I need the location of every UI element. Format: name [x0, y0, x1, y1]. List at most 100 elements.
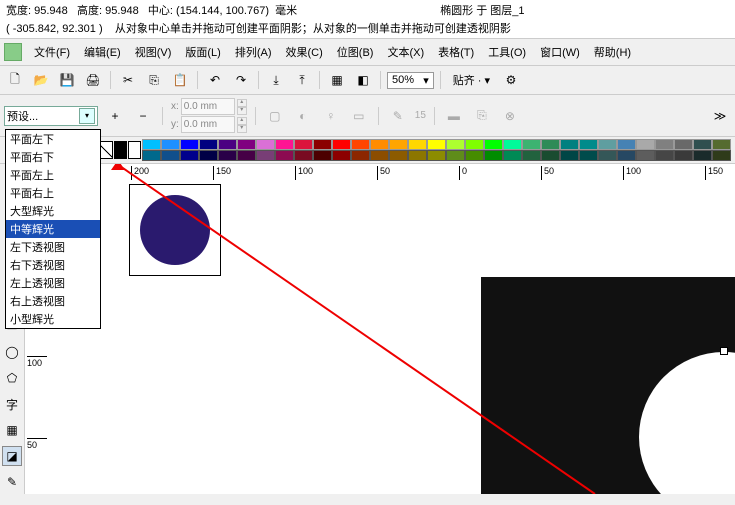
- menu-text[interactable]: 文本(X): [381, 41, 430, 63]
- color-swatch[interactable]: [256, 139, 275, 150]
- color-swatch[interactable]: [313, 139, 332, 150]
- color-swatch[interactable]: [180, 139, 199, 150]
- menu-file[interactable]: 文件(F): [28, 41, 76, 63]
- table-tool[interactable]: ▦: [2, 420, 22, 440]
- color-swatch[interactable]: [693, 150, 712, 161]
- color-swatch[interactable]: [275, 150, 294, 161]
- color-swatch[interactable]: [332, 150, 351, 161]
- menu-edit[interactable]: 编辑(E): [78, 41, 127, 63]
- paste-button[interactable]: 📋: [169, 69, 191, 91]
- preset-option[interactable]: 左上透视图: [6, 274, 100, 292]
- color-swatch[interactable]: [522, 139, 541, 150]
- color-swatch[interactable]: [114, 141, 127, 159]
- color-swatch[interactable]: [427, 139, 446, 150]
- color-swatch[interactable]: [237, 150, 256, 161]
- handle-marker[interactable]: [720, 347, 728, 355]
- eyedropper-tool[interactable]: ✎: [2, 472, 22, 492]
- clear-shadow-button[interactable]: ⊗: [499, 105, 521, 127]
- ellipse-tool[interactable]: ◯: [2, 342, 22, 362]
- color-swatch[interactable]: [484, 150, 503, 161]
- import-button[interactable]: ⤓: [265, 69, 287, 91]
- canvas-content[interactable]: [49, 182, 735, 494]
- export-button[interactable]: ⤒: [291, 69, 313, 91]
- color-swatch[interactable]: [408, 150, 427, 161]
- color-swatch[interactable]: [161, 139, 180, 150]
- menu-view[interactable]: 视图(V): [129, 41, 178, 63]
- polygon-tool[interactable]: ⬠: [2, 368, 22, 388]
- shadow-dir-2[interactable]: ◐: [292, 105, 314, 127]
- color-swatch[interactable]: [218, 150, 237, 161]
- color-swatch[interactable]: [446, 150, 465, 161]
- color-swatch[interactable]: [446, 139, 465, 150]
- color-swatch[interactable]: [237, 139, 256, 150]
- color-swatch[interactable]: [560, 150, 579, 161]
- color-swatch[interactable]: [161, 150, 180, 161]
- app-launcher-button[interactable]: ▦: [326, 69, 348, 91]
- color-swatch[interactable]: [560, 139, 579, 150]
- color-swatch[interactable]: [712, 139, 731, 150]
- color-swatch[interactable]: [541, 150, 560, 161]
- color-swatch[interactable]: [142, 139, 161, 150]
- color-swatch[interactable]: [617, 139, 636, 150]
- preset-option[interactable]: 平面右上: [6, 184, 100, 202]
- menu-table[interactable]: 表格(T): [432, 41, 480, 63]
- preset-option[interactable]: 右上透视图: [6, 292, 100, 310]
- save-button[interactable]: 💾: [56, 69, 78, 91]
- zoom-level[interactable]: 50% ▾: [387, 72, 434, 89]
- menu-layout[interactable]: 版面(L): [179, 41, 226, 63]
- preset-option[interactable]: 平面左上: [6, 166, 100, 184]
- options-button[interactable]: ⚙: [500, 69, 522, 91]
- cut-button[interactable]: ✂: [117, 69, 139, 91]
- color-swatch[interactable]: [142, 150, 161, 161]
- new-button[interactable]: 🗋: [4, 69, 26, 91]
- text-tool[interactable]: 字: [2, 394, 22, 414]
- color-swatch[interactable]: [522, 150, 541, 161]
- color-swatch[interactable]: [655, 150, 674, 161]
- color-swatch[interactable]: [370, 139, 389, 150]
- preset-option[interactable]: 左下透视图: [6, 238, 100, 256]
- color-swatch[interactable]: [674, 150, 693, 161]
- redo-button[interactable]: ↷: [230, 69, 252, 91]
- color-swatch[interactable]: [294, 150, 313, 161]
- color-swatch[interactable]: [598, 150, 617, 161]
- color-swatch[interactable]: [503, 150, 522, 161]
- color-swatch[interactable]: [636, 139, 655, 150]
- preset-option[interactable]: 大型辉光: [6, 202, 100, 220]
- remove-preset-button[interactable]: −: [132, 105, 154, 127]
- shadow-color[interactable]: ▬: [443, 105, 465, 127]
- chevron-down-icon[interactable]: ▾: [79, 108, 95, 124]
- color-swatch[interactable]: [389, 150, 408, 161]
- color-swatch[interactable]: [199, 150, 218, 161]
- color-swatch[interactable]: [128, 141, 141, 159]
- preset-option[interactable]: 平面左下: [6, 130, 100, 148]
- color-swatch[interactable]: [275, 139, 294, 150]
- dropshadow-tool[interactable]: ◪: [2, 446, 22, 466]
- add-preset-button[interactable]: +: [104, 105, 126, 127]
- copy-button[interactable]: ⎘: [143, 69, 165, 91]
- color-swatch[interactable]: [465, 150, 484, 161]
- preset-option[interactable]: 右下透视图: [6, 256, 100, 274]
- preset-option[interactable]: 平面右下: [6, 148, 100, 166]
- copy-shadow-button[interactable]: ⎘: [471, 105, 493, 127]
- menu-bitmap[interactable]: 位图(B): [331, 41, 380, 63]
- shadow-dir-3[interactable]: ♀: [320, 105, 342, 127]
- menu-effects[interactable]: 效果(C): [280, 41, 329, 63]
- arrow-right-icon[interactable]: ≫: [709, 105, 731, 127]
- menu-arrange[interactable]: 排列(A): [229, 41, 278, 63]
- color-swatch[interactable]: [636, 150, 655, 161]
- color-swatch[interactable]: [541, 139, 560, 150]
- color-swatch[interactable]: [180, 150, 199, 161]
- color-swatch[interactable]: [351, 150, 370, 161]
- menu-help[interactable]: 帮助(H): [588, 41, 637, 63]
- color-swatch[interactable]: [370, 150, 389, 161]
- color-swatch[interactable]: [332, 139, 351, 150]
- color-swatch[interactable]: [693, 139, 712, 150]
- undo-button[interactable]: ↶: [204, 69, 226, 91]
- snap-dropdown[interactable]: 贴齐 · ▾: [447, 69, 496, 91]
- canvas[interactable]: 25020015010050050100150 20015010050: [25, 164, 735, 494]
- color-swatch[interactable]: [294, 139, 313, 150]
- color-swatch[interactable]: [484, 139, 503, 150]
- color-swatch[interactable]: [712, 150, 731, 161]
- preset-option[interactable]: 小型辉光: [6, 310, 100, 328]
- shadow-dir-1[interactable]: ▢: [264, 105, 286, 127]
